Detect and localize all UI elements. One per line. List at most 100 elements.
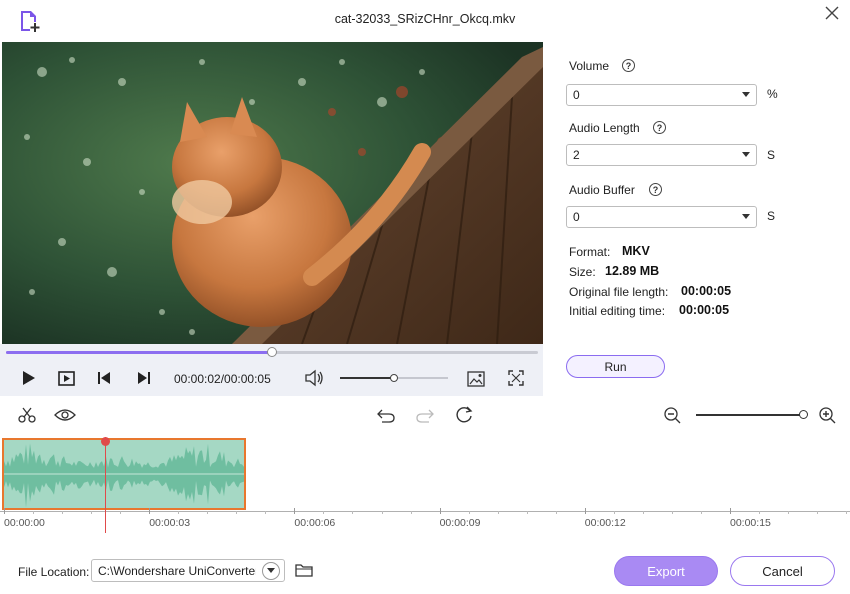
- run-button[interactable]: Run: [566, 355, 665, 378]
- size-value: 12.89 MB: [605, 264, 660, 278]
- initial-editing-value: 00:00:05: [679, 303, 730, 317]
- chevron-down-icon: [742, 92, 750, 97]
- seek-handle[interactable]: [267, 347, 277, 357]
- chevron-down-icon: [742, 214, 750, 219]
- waveform: [4, 443, 244, 508]
- minor-tick: [120, 511, 122, 514]
- snapshot-button[interactable]: [466, 368, 486, 388]
- help-icon[interactable]: ?: [653, 121, 666, 134]
- audio-buffer-select-value: 0: [573, 210, 580, 224]
- tick-label: 00:00:06: [294, 517, 336, 529]
- size-label: Size:: [569, 265, 596, 279]
- preview-toggle-button[interactable]: [54, 405, 76, 425]
- video-preview[interactable]: [2, 42, 543, 344]
- file-location-select[interactable]: C:\Wondershare UniConverter: [91, 559, 285, 582]
- undo-button[interactable]: [376, 405, 396, 425]
- audio-clip[interactable]: [2, 438, 246, 510]
- window-title: cat-32033_SRizCHnr_Okcq.mkv: [334, 12, 516, 26]
- format-value: MKV: [622, 244, 650, 258]
- minor-tick: [91, 511, 93, 514]
- minor-tick: [323, 511, 325, 514]
- close-button[interactable]: [820, 2, 844, 24]
- scissors-icon: [18, 407, 36, 423]
- tick-mark: [4, 508, 5, 514]
- zoom-in-icon: [818, 406, 835, 423]
- tick-mark: [439, 508, 441, 514]
- tick-mark: [294, 508, 296, 514]
- tick-label: 00:00:12: [584, 517, 626, 529]
- zoom-out-button[interactable]: [662, 405, 682, 425]
- minor-tick: [410, 511, 412, 514]
- tick-mark: [730, 508, 731, 514]
- skip-back-icon: [98, 372, 110, 384]
- help-icon[interactable]: ?: [622, 59, 635, 72]
- minor-tick: [497, 511, 499, 514]
- minor-tick: [207, 511, 209, 514]
- reset-button[interactable]: [454, 405, 474, 425]
- minor-tick: [62, 511, 64, 514]
- tick-label: 00:00:09: [439, 517, 481, 529]
- minor-tick: [265, 511, 267, 514]
- volume-label: Volume: [569, 59, 610, 73]
- minor-tick: [817, 511, 819, 514]
- file-location-label: File Location:: [18, 565, 90, 579]
- minor-tick: [759, 511, 761, 514]
- audio-length-unit: S: [767, 148, 776, 162]
- skip-forward-icon: [138, 372, 150, 384]
- help-icon[interactable]: ?: [649, 183, 662, 196]
- cut-button[interactable]: [17, 405, 37, 425]
- timeline-ruler: [0, 511, 850, 512]
- fullscreen-button[interactable]: [506, 368, 526, 388]
- volume-fill: [340, 377, 394, 379]
- previous-frame-button[interactable]: [95, 369, 113, 387]
- minor-tick: [642, 511, 644, 514]
- tick-mark: [149, 508, 151, 514]
- refresh-icon: [456, 406, 473, 423]
- stop-icon: [58, 370, 75, 386]
- minor-tick: [468, 511, 470, 514]
- minor-tick: [526, 511, 528, 514]
- zoom-out-icon: [663, 406, 680, 423]
- open-folder-button[interactable]: [294, 560, 314, 580]
- eye-icon: [54, 409, 76, 421]
- playhead[interactable]: [105, 437, 106, 533]
- tick-label: 00:00:15: [730, 517, 771, 529]
- volume-unit: %: [767, 87, 778, 101]
- folder-icon: [295, 564, 313, 577]
- stop-button[interactable]: [57, 369, 76, 387]
- redo-button[interactable]: [415, 405, 435, 425]
- play-button[interactable]: [20, 369, 38, 387]
- minor-tick: [671, 511, 673, 514]
- seek-progress: [6, 351, 272, 354]
- speaker-icon: [305, 369, 323, 387]
- minor-tick: [178, 511, 180, 514]
- minor-tick: [700, 511, 702, 514]
- format-label: Format:: [569, 245, 611, 259]
- volume-select[interactable]: 0: [566, 84, 757, 106]
- zoom-slider[interactable]: [696, 414, 804, 416]
- tick-label: 00:00:03: [149, 517, 191, 529]
- zoom-in-button[interactable]: [817, 405, 837, 425]
- minor-tick: [846, 511, 848, 514]
- image-capture-icon: [467, 370, 485, 387]
- volume-button[interactable]: [304, 368, 324, 388]
- volume-handle[interactable]: [390, 374, 398, 382]
- export-button[interactable]: Export: [614, 556, 718, 586]
- minor-tick: [788, 511, 790, 514]
- tick-label: 00:00:00: [4, 517, 45, 529]
- audio-buffer-unit: S: [767, 209, 776, 223]
- playhead-handle[interactable]: [101, 437, 110, 446]
- playback-time: 00:00:02/00:00:05: [174, 372, 271, 386]
- original-length-value: 00:00:05: [681, 284, 732, 298]
- fullscreen-icon: [508, 370, 524, 386]
- chevron-down-icon: [262, 561, 280, 580]
- close-icon: [825, 6, 839, 20]
- initial-editing-label: Initial editing time:: [569, 304, 666, 318]
- play-icon: [23, 371, 35, 385]
- audio-buffer-select[interactable]: 0: [566, 206, 757, 228]
- minor-tick: [352, 511, 354, 514]
- cancel-button[interactable]: Cancel: [730, 556, 835, 586]
- audio-length-select[interactable]: 2: [566, 144, 757, 166]
- zoom-handle[interactable]: [799, 410, 808, 419]
- next-frame-button[interactable]: [135, 369, 153, 387]
